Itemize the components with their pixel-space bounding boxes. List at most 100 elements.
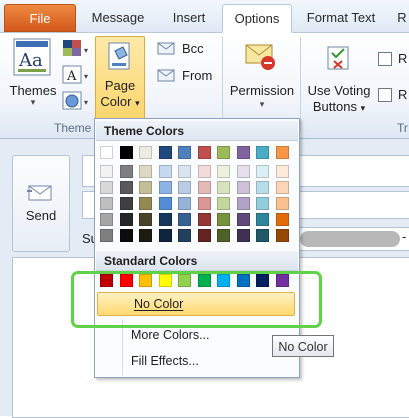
theme-shade-swatch[interactable] bbox=[119, 181, 133, 194]
theme-color-swatch[interactable] bbox=[236, 146, 250, 159]
theme-shade-swatch[interactable] bbox=[178, 181, 191, 194]
theme-shade-swatch[interactable] bbox=[256, 181, 269, 194]
theme-shade-swatch[interactable] bbox=[236, 213, 250, 226]
theme-shade-swatch[interactable] bbox=[100, 197, 113, 210]
fill-effects-item[interactable]: Fill Effects... bbox=[131, 354, 199, 368]
themes-chevron-down-icon[interactable]: ▾ bbox=[8, 97, 58, 108]
request-label-1: R bbox=[398, 51, 408, 66]
theme-shade-swatch[interactable] bbox=[197, 213, 211, 226]
tab-message[interactable]: Message bbox=[84, 4, 152, 31]
request-checkbox-1[interactable] bbox=[378, 52, 392, 66]
page-color-dropdown: Theme Colors Standard Colors No Color Mo… bbox=[94, 118, 300, 378]
theme-shade-swatch[interactable] bbox=[275, 229, 289, 242]
themes-group-label: Theme bbox=[54, 121, 92, 135]
page-color-button[interactable]: Page Color ▾ bbox=[95, 36, 145, 120]
theme-shade-swatch[interactable] bbox=[256, 197, 269, 210]
tab-file[interactable]: File bbox=[4, 4, 76, 32]
themes-label[interactable]: Themes bbox=[8, 83, 58, 98]
theme-shade-swatch[interactable] bbox=[236, 197, 250, 210]
theme-shade-swatch[interactable] bbox=[158, 165, 172, 178]
theme-shade-swatch[interactable] bbox=[178, 213, 191, 226]
tab-insert[interactable]: Insert bbox=[158, 4, 220, 31]
more-colors-item[interactable]: More Colors... bbox=[131, 328, 210, 342]
theme-shade-swatch[interactable] bbox=[139, 165, 152, 178]
permission-label[interactable]: Permission bbox=[226, 83, 298, 98]
theme-shade-swatch[interactable] bbox=[119, 229, 133, 242]
group-separator bbox=[300, 37, 301, 132]
bcc-button[interactable]: Bcc bbox=[182, 41, 204, 56]
theme-shade-swatch[interactable] bbox=[100, 181, 113, 194]
theme-color-swatch[interactable] bbox=[256, 146, 269, 159]
voting-label-2[interactable]: Buttons bbox=[313, 99, 357, 114]
theme-color-swatch[interactable] bbox=[217, 146, 230, 159]
theme-shade-swatch[interactable] bbox=[275, 165, 289, 178]
theme-shade-swatch[interactable] bbox=[217, 213, 230, 226]
theme-shade-swatch[interactable] bbox=[256, 229, 269, 242]
theme-colors-header: Theme Colors bbox=[96, 121, 298, 141]
annotation-highlight-box bbox=[71, 271, 322, 328]
theme-shade-swatch[interactable] bbox=[197, 229, 211, 242]
themes-icon[interactable]: Aa bbox=[12, 38, 54, 78]
theme-shade-swatch[interactable] bbox=[139, 181, 152, 194]
theme-effects-icon[interactable]: ▾ bbox=[62, 91, 92, 111]
theme-color-swatch[interactable] bbox=[275, 146, 289, 159]
theme-shade-swatch[interactable] bbox=[178, 197, 191, 210]
theme-shade-swatch[interactable] bbox=[236, 165, 250, 178]
theme-shade-swatch[interactable] bbox=[139, 213, 152, 226]
voting-chevron-down-icon[interactable]: ▾ bbox=[361, 103, 366, 113]
theme-shade-swatch[interactable] bbox=[275, 197, 289, 210]
theme-shade-swatch[interactable] bbox=[178, 229, 191, 242]
theme-shade-swatch[interactable] bbox=[158, 213, 172, 226]
theme-shade-swatch[interactable] bbox=[197, 197, 211, 210]
page-color-label-1: Page bbox=[104, 78, 136, 93]
theme-shade-swatch[interactable] bbox=[236, 229, 250, 242]
page-color-chevron-down-icon: ▾ bbox=[135, 98, 140, 108]
theme-shade-swatch[interactable] bbox=[100, 165, 113, 178]
tooltip: No Color bbox=[272, 335, 334, 357]
theme-color-swatch[interactable] bbox=[197, 146, 211, 159]
theme-shade-swatch[interactable] bbox=[217, 181, 230, 194]
theme-shade-swatch[interactable] bbox=[119, 165, 133, 178]
theme-colors-icon[interactable]: ▾ bbox=[62, 39, 92, 59]
theme-shade-swatch[interactable] bbox=[139, 197, 152, 210]
theme-color-swatch[interactable] bbox=[119, 146, 133, 159]
send-button[interactable]: Send bbox=[12, 155, 70, 252]
theme-shade-swatch[interactable] bbox=[217, 165, 230, 178]
theme-shade-swatch[interactable] bbox=[275, 213, 289, 226]
tab-format-text[interactable]: Format Text bbox=[298, 4, 384, 31]
svg-text:▾: ▾ bbox=[84, 98, 88, 107]
theme-shade-swatch[interactable] bbox=[158, 197, 172, 210]
theme-shade-swatch[interactable] bbox=[119, 213, 133, 226]
request-checkbox-2[interactable] bbox=[378, 88, 392, 102]
theme-shade-swatch[interactable] bbox=[275, 181, 289, 194]
theme-color-swatch[interactable] bbox=[158, 146, 172, 159]
theme-shade-swatch[interactable] bbox=[217, 229, 230, 242]
theme-color-swatch[interactable] bbox=[178, 146, 191, 159]
theme-shade-swatch[interactable] bbox=[178, 165, 191, 178]
permission-icon[interactable] bbox=[244, 41, 278, 73]
theme-shade-swatch[interactable] bbox=[256, 165, 269, 178]
theme-color-swatch[interactable] bbox=[100, 146, 113, 159]
from-button[interactable]: From bbox=[182, 68, 212, 83]
voting-icon[interactable] bbox=[322, 41, 356, 73]
to-tail: - bbox=[402, 229, 407, 244]
theme-fonts-icon[interactable]: A ▾ bbox=[62, 65, 92, 85]
voting-label-1[interactable]: Use Voting bbox=[304, 83, 374, 98]
page-color-icon bbox=[107, 41, 133, 73]
theme-shade-swatch[interactable] bbox=[236, 181, 250, 194]
tab-review-partial[interactable]: R bbox=[392, 4, 409, 31]
theme-shade-swatch[interactable] bbox=[217, 197, 230, 210]
theme-shade-swatch[interactable] bbox=[100, 229, 113, 242]
theme-shade-swatch[interactable] bbox=[119, 197, 133, 210]
tab-options[interactable]: Options bbox=[222, 4, 292, 33]
bcc-icon bbox=[156, 40, 178, 58]
permission-chevron-down-icon[interactable]: ▾ bbox=[226, 99, 298, 110]
theme-color-swatch[interactable] bbox=[139, 146, 152, 159]
theme-shade-swatch[interactable] bbox=[197, 165, 211, 178]
theme-shade-swatch[interactable] bbox=[139, 229, 152, 242]
theme-shade-swatch[interactable] bbox=[197, 181, 211, 194]
theme-shade-swatch[interactable] bbox=[158, 229, 172, 242]
theme-shade-swatch[interactable] bbox=[100, 213, 113, 226]
theme-shade-swatch[interactable] bbox=[158, 181, 172, 194]
theme-shade-swatch[interactable] bbox=[256, 213, 269, 226]
